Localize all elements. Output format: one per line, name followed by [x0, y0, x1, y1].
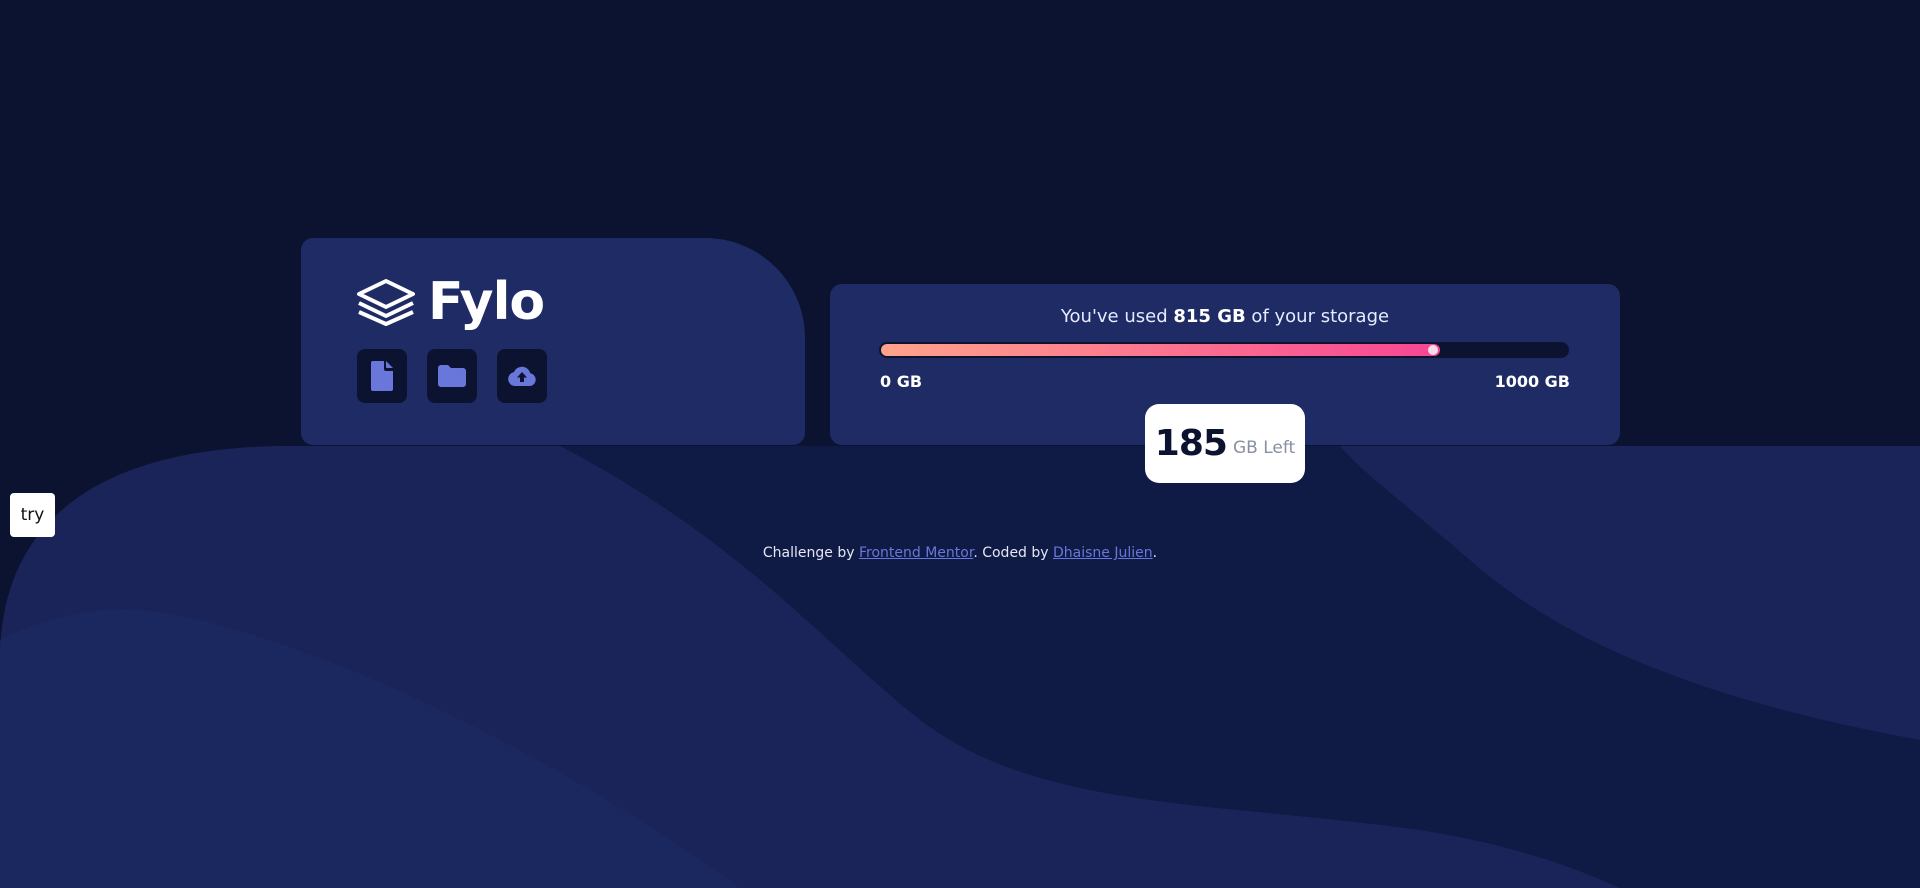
try-button[interactable]: try — [10, 493, 55, 537]
brand-name: Fylo — [428, 272, 545, 332]
brand-card: Fylo — [301, 238, 805, 445]
storage-prefix: You've used — [1060, 306, 1174, 327]
storage-meter — [879, 342, 1569, 358]
frontend-mentor-link[interactable]: Frontend Mentor — [859, 545, 973, 561]
cloud-upload-icon — [508, 366, 536, 386]
footer-suffix: . — [1152, 545, 1158, 561]
document-icon — [371, 361, 393, 391]
page: Fylo You've used 815 GB of your storage … — [0, 0, 1920, 888]
remaining-storage-badge: 185 GB Left — [1145, 404, 1305, 483]
file-actions — [357, 349, 547, 403]
storage-suffix: of your storage — [1245, 306, 1390, 327]
footer-middle: . Coded by — [973, 545, 1054, 561]
remaining-unit: GB Left — [1232, 437, 1296, 458]
folder-icon — [438, 365, 466, 387]
remaining-value: 185 — [1154, 423, 1228, 464]
document-button[interactable] — [357, 349, 407, 403]
storage-used: 815 GB — [1173, 306, 1246, 327]
attribution-footer: Challenge by Frontend Mentor. Coded by D… — [0, 545, 1920, 561]
author-link[interactable]: Dhaisne Julien — [1053, 545, 1153, 561]
storage-summary: You've used 815 GB of your storage — [830, 306, 1620, 327]
footer-prefix: Challenge by — [762, 545, 859, 561]
upload-button[interactable] — [497, 349, 547, 403]
scale-max-label: 1000 GB — [1494, 372, 1570, 391]
folder-button[interactable] — [427, 349, 477, 403]
logo: Fylo — [356, 272, 545, 332]
storage-meter-knob — [1428, 345, 1438, 355]
scale-min-label: 0 GB — [880, 372, 923, 391]
stacked-layers-icon — [357, 279, 415, 326]
storage-meter-fill — [881, 344, 1440, 356]
